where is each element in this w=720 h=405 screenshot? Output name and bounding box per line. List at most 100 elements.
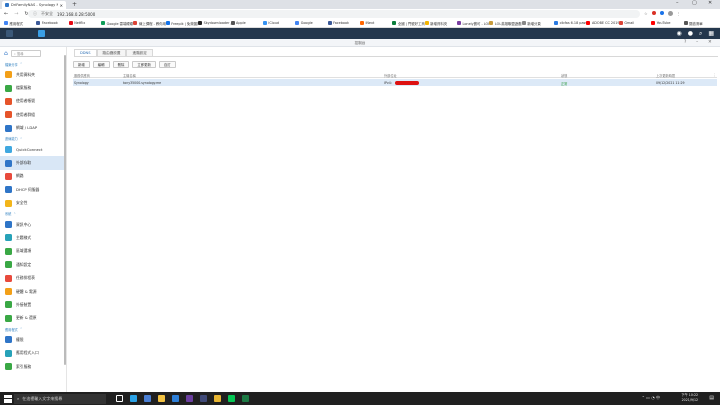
edge-icon[interactable] bbox=[130, 395, 137, 402]
sidebar-item-quickconnect[interactable]: QuickConnect bbox=[0, 143, 66, 156]
sidebar-item-dhcp-server[interactable]: DHCP 伺服器 bbox=[0, 183, 66, 196]
bookmark-item[interactable]: Facebook bbox=[327, 21, 360, 25]
bookmark-item[interactable]: Google bbox=[295, 21, 327, 25]
main-menu-icon[interactable] bbox=[6, 30, 13, 37]
toolbar-button-4[interactable]: 自訂 bbox=[158, 61, 176, 68]
profile-avatar[interactable] bbox=[667, 11, 673, 16]
tab-1[interactable]: 路由器設置 bbox=[96, 49, 127, 56]
tab-0[interactable]: DDNS bbox=[74, 49, 97, 56]
extension-icon[interactable] bbox=[651, 11, 656, 15]
sidebar-item-external-devices[interactable]: 外接裝置 bbox=[0, 298, 66, 311]
menu-icon[interactable]: ⋮ bbox=[677, 11, 681, 16]
maximize-icon[interactable]: ▢ bbox=[692, 0, 697, 6]
search-icon[interactable]: ⌕ bbox=[699, 30, 702, 38]
sidebar-item-privileges[interactable]: 權限 bbox=[0, 333, 66, 346]
column-hostname[interactable]: 主機名稱 bbox=[123, 73, 136, 78]
bookmark-item[interactable]: Freepik | 免費圖庫... bbox=[165, 21, 198, 26]
toolbar-button-2[interactable]: 刪除 bbox=[112, 61, 130, 68]
bookmark-item[interactable]: Facebook bbox=[36, 21, 68, 25]
window-minimize-icon[interactable]: – bbox=[696, 40, 698, 45]
bookmark-item[interactable]: 全國 | 門號好工商... bbox=[392, 21, 425, 26]
sidebar-group-header[interactable]: 系統 ⌃ bbox=[0, 210, 66, 218]
address-input[interactable]: ⓘ 不安全 192.168.0.28:5000 bbox=[28, 10, 640, 18]
column-last-updated[interactable]: 上次更新時間 bbox=[656, 73, 675, 78]
sidebar-scrollbar[interactable] bbox=[64, 55, 66, 365]
windows-start-icon[interactable] bbox=[4, 394, 12, 403]
bookmark-item[interactable]: Skydownloader / T... bbox=[198, 21, 231, 25]
sidebar-item-network[interactable]: 網路 bbox=[0, 170, 66, 183]
sidebar-item-task-scheduler[interactable]: 任務排程表 bbox=[0, 271, 66, 284]
sidebar-group-header[interactable]: 應用程式 ⌃ bbox=[0, 325, 66, 333]
column-menu-icon[interactable]: ⋮ bbox=[713, 73, 716, 77]
store-icon[interactable] bbox=[144, 395, 151, 402]
column-status[interactable]: 狀態 bbox=[561, 73, 567, 78]
bookmark-item[interactable]: Lonely寶可 - LOL... bbox=[457, 21, 489, 26]
sidebar-item-indexing-service[interactable]: 索引服務 bbox=[0, 360, 66, 373]
bookmark-item[interactable]: LOL英雄聯盟遊戲... bbox=[489, 21, 522, 26]
bookmark-item[interactable]: 新增資料夾 bbox=[424, 21, 457, 26]
bookmark-item[interactable]: iCloud bbox=[262, 21, 295, 25]
sidebar-item-theme[interactable]: 主題樣式 bbox=[0, 231, 66, 244]
sidebar-item-security[interactable]: 安全性 bbox=[0, 197, 66, 210]
notification-icon[interactable]: ▤ bbox=[709, 395, 714, 401]
close-tab-icon[interactable]: ✕ bbox=[60, 3, 63, 8]
bookmark-star-icon[interactable]: ☆ bbox=[644, 11, 648, 16]
minimize-icon[interactable]: – bbox=[676, 0, 679, 6]
control-panel-app-icon[interactable] bbox=[38, 30, 45, 37]
sidebar-group-header[interactable]: 檔案分享 ⌃ bbox=[0, 60, 66, 68]
close-window-icon[interactable]: ✕ bbox=[708, 0, 712, 6]
taskbar-search-input[interactable]: ⌕ 在這裡輸入文字來搜尋 bbox=[14, 393, 106, 404]
home-icon[interactable]: ⌂ bbox=[4, 50, 8, 57]
browser-tab[interactable]: DriFamilyNAS - Synology NAS ✕ bbox=[2, 1, 66, 9]
toolbar-button-3[interactable]: 立即更新 bbox=[132, 61, 156, 68]
sidebar-item-domain-ldap[interactable]: 網域 / LDAP bbox=[0, 122, 66, 135]
widgets-icon[interactable]: ▦ bbox=[708, 30, 714, 38]
excel-icon[interactable] bbox=[242, 395, 249, 402]
sidebar-group-header[interactable]: 連線能力 ⌃ bbox=[0, 135, 66, 143]
sidebar-item-regional-options[interactable]: 區域選項 bbox=[0, 245, 66, 258]
help-icon[interactable]: ? bbox=[684, 40, 686, 45]
bookmark-item[interactable]: 應用程式 bbox=[4, 21, 36, 26]
back-icon[interactable]: ← bbox=[4, 11, 8, 17]
column-external-address[interactable]: 外部位址 bbox=[384, 73, 397, 78]
line-icon[interactable] bbox=[228, 395, 235, 402]
sidebar-item-external-access[interactable]: 外部存取 bbox=[0, 156, 66, 170]
bookmark-item[interactable]: Apple bbox=[230, 21, 263, 25]
bookmark-item[interactable]: iNext bbox=[359, 21, 392, 25]
sidebar-item-shared-folder[interactable]: 共用資料夾 bbox=[0, 68, 66, 81]
new-tab-button[interactable]: + bbox=[72, 1, 77, 8]
app-dark-icon[interactable] bbox=[200, 395, 207, 402]
bookmark-item[interactable]: YouTube bbox=[651, 21, 683, 25]
toolbar-button-0[interactable]: 新增 bbox=[73, 61, 90, 68]
toolbar-button-1[interactable]: 編輯 bbox=[92, 61, 110, 68]
bookmark-item[interactable]: ADOBE CC 2019 f... bbox=[586, 21, 619, 25]
mail-icon[interactable] bbox=[172, 395, 179, 402]
sidebar-item-update-restore[interactable]: 更新 & 還原 bbox=[0, 312, 66, 325]
tab-2[interactable]: 進階設定 bbox=[126, 49, 153, 56]
tray-icons[interactable]: ⌃ ▭ ◔ 中 bbox=[642, 395, 660, 401]
user-icon[interactable]: ● bbox=[688, 30, 693, 38]
tray-clock[interactable]: 下午 10:22 2021/9/12 bbox=[681, 393, 698, 403]
sidebar-item-user[interactable]: 使用者帳號 bbox=[0, 95, 66, 108]
bookmark-item[interactable]: Gmail bbox=[618, 21, 651, 25]
sidebar-item-application-portal[interactable]: 應用程式入口 bbox=[0, 346, 66, 359]
column-provider[interactable]: 服務供應商 bbox=[74, 73, 90, 78]
extension-icon[interactable] bbox=[659, 11, 664, 15]
app-purple-icon[interactable] bbox=[186, 395, 193, 402]
sidebar-item-hardware-power[interactable]: 硬體 & 電源 bbox=[0, 285, 66, 298]
forward-icon[interactable]: → bbox=[14, 11, 18, 17]
bookmark-item[interactable]: Google 雲端硬碟 bbox=[101, 21, 133, 26]
table-row[interactable]: Synology tony35000.synology.me IPv4: 正常 … bbox=[73, 79, 717, 86]
task-view-icon[interactable] bbox=[116, 395, 123, 402]
bookmark-item[interactable]: 新增分頁 bbox=[521, 21, 554, 26]
sidebar-item-notification[interactable]: 通知設定 bbox=[0, 258, 66, 271]
bookmark-item[interactable]: 閱讀清單 bbox=[683, 21, 716, 26]
sidebar-item-file-services[interactable]: 檔案服務 bbox=[0, 81, 66, 94]
sidebar-item-group[interactable]: 使用者群組 bbox=[0, 108, 66, 121]
bookmark-item[interactable]: cibfas 6.18 pass... bbox=[554, 21, 586, 25]
sidebar-item-info-center[interactable]: 資訊中心 bbox=[0, 218, 66, 231]
chat-icon[interactable]: ◉ bbox=[676, 30, 681, 38]
search-input[interactable]: ⌕ 搜尋 bbox=[10, 50, 41, 57]
explorer-icon[interactable] bbox=[158, 395, 165, 402]
chrome-icon[interactable] bbox=[214, 395, 221, 402]
